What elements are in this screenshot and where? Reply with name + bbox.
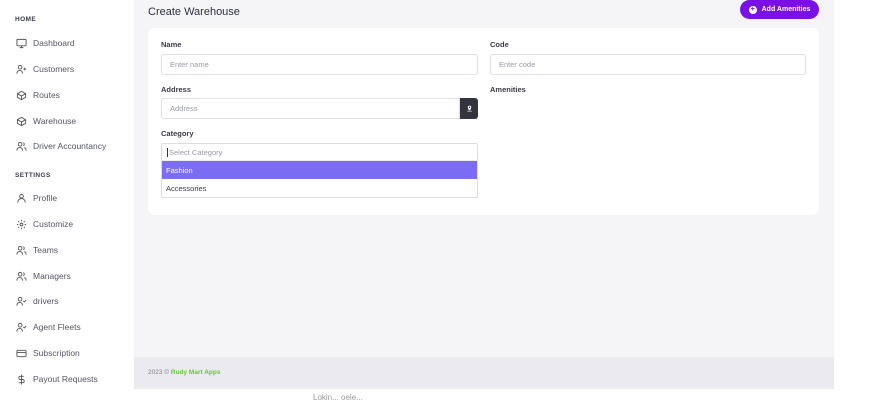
category-label: Category <box>161 129 194 138</box>
user-icon <box>15 192 27 204</box>
location-pin-icon <box>466 105 472 112</box>
category-placeholder: Select Category <box>169 147 223 157</box>
footer-copyright: 2023 © Rudy Mart Apps <box>148 369 220 376</box>
box-icon <box>15 115 27 127</box>
category-select[interactable]: Select Category Fashion Accessories <box>161 143 478 198</box>
sidebar-item-label: Agent Fleets <box>33 322 81 332</box>
sidebar-item-label: Teams <box>33 245 59 255</box>
amenities-label: Amenities <box>490 85 526 94</box>
sidebar-item-label: Customers <box>33 64 75 74</box>
sidebar-item-label: Profile <box>33 193 58 203</box>
sidebar-item-drivers[interactable]: drivers <box>15 294 59 308</box>
sidebar-item-payout-requests[interactable]: Payout Requests <box>15 372 98 386</box>
sidebar-item-label: Driver Accountancy <box>33 141 107 151</box>
sidebar-item-customers[interactable]: Customers <box>15 62 74 76</box>
sidebar: HOME Dashboard Customers Routes Warehous… <box>0 0 134 401</box>
address-placeholder: Address <box>170 104 198 113</box>
sidebar-item-profile[interactable]: Profile <box>15 191 57 205</box>
dollar-icon <box>15 373 27 385</box>
users-icon <box>15 270 27 282</box>
sidebar-item-driver-accountancy[interactable]: Driver Accountancy <box>15 139 106 153</box>
name-placeholder: Enter name <box>170 60 209 69</box>
footer-year: 2023 © <box>148 369 170 376</box>
sidebar-item-subscription[interactable]: Subscription <box>15 346 80 360</box>
sidebar-item-label: Managers <box>33 271 71 281</box>
users-icon <box>15 140 27 152</box>
add-amenities-label: Add Amenities <box>761 6 811 13</box>
user-check-icon <box>15 321 27 333</box>
name-label: Name <box>161 40 182 49</box>
code-input[interactable]: Enter code <box>490 54 806 75</box>
text-caret <box>167 147 168 157</box>
main-content: Create Warehouse + Add Amenities Name En… <box>134 0 834 357</box>
category-option-accessories[interactable]: Accessories <box>162 179 477 197</box>
warehouse-form-card: Name Enter name Code Enter code Address … <box>148 28 819 215</box>
sidebar-item-label: drivers <box>33 296 59 306</box>
code-label: Code <box>490 40 509 49</box>
users-icon <box>15 244 27 256</box>
plus-circle-icon: + <box>748 5 757 14</box>
sidebar-item-label: Dashboard <box>33 38 75 48</box>
name-input[interactable]: Enter name <box>161 54 478 75</box>
page-title: Create Warehouse <box>148 6 240 18</box>
credit-card-icon <box>15 347 27 359</box>
sidebar-item-routes[interactable]: Routes <box>15 88 60 102</box>
sidebar-item-label: Subscription <box>33 348 80 358</box>
category-option-fashion[interactable]: Fashion <box>162 161 477 179</box>
bottom-overflow-text: Lokin... oele... <box>313 393 363 401</box>
sidebar-item-warehouse[interactable]: Warehouse <box>15 114 76 128</box>
sidebar-item-label: Routes <box>33 90 60 100</box>
sidebar-item-label: Customize <box>33 219 74 229</box>
sidebar-section-home: HOME <box>15 16 37 23</box>
footer: 2023 © Rudy Mart Apps <box>134 357 834 389</box>
add-amenities-button[interactable]: + Add Amenities <box>740 0 819 19</box>
sidebar-item-label: Warehouse <box>33 116 77 126</box>
sidebar-item-dashboard[interactable]: Dashboard <box>15 36 75 50</box>
sidebar-item-label: Payout Requests <box>33 374 98 384</box>
box-icon <box>15 89 27 101</box>
code-placeholder: Enter code <box>499 60 536 69</box>
sidebar-section-settings: SETTINGS <box>15 172 51 179</box>
address-input[interactable]: Address <box>161 98 460 119</box>
category-search-input[interactable]: Select Category <box>162 144 477 161</box>
sidebar-item-customize[interactable]: Customize <box>15 217 73 231</box>
monitor-icon <box>15 37 27 49</box>
sidebar-item-managers[interactable]: Managers <box>15 269 71 283</box>
user-plus-icon <box>15 63 27 75</box>
footer-brand-link[interactable]: Rudy Mart Apps <box>171 369 221 376</box>
user-check-icon <box>15 295 27 307</box>
location-button[interactable] <box>460 98 478 119</box>
gear-icon <box>15 218 27 230</box>
sidebar-item-agent-fleets[interactable]: Agent Fleets <box>15 320 81 334</box>
address-label: Address <box>161 85 192 94</box>
sidebar-item-teams[interactable]: Teams <box>15 243 58 257</box>
